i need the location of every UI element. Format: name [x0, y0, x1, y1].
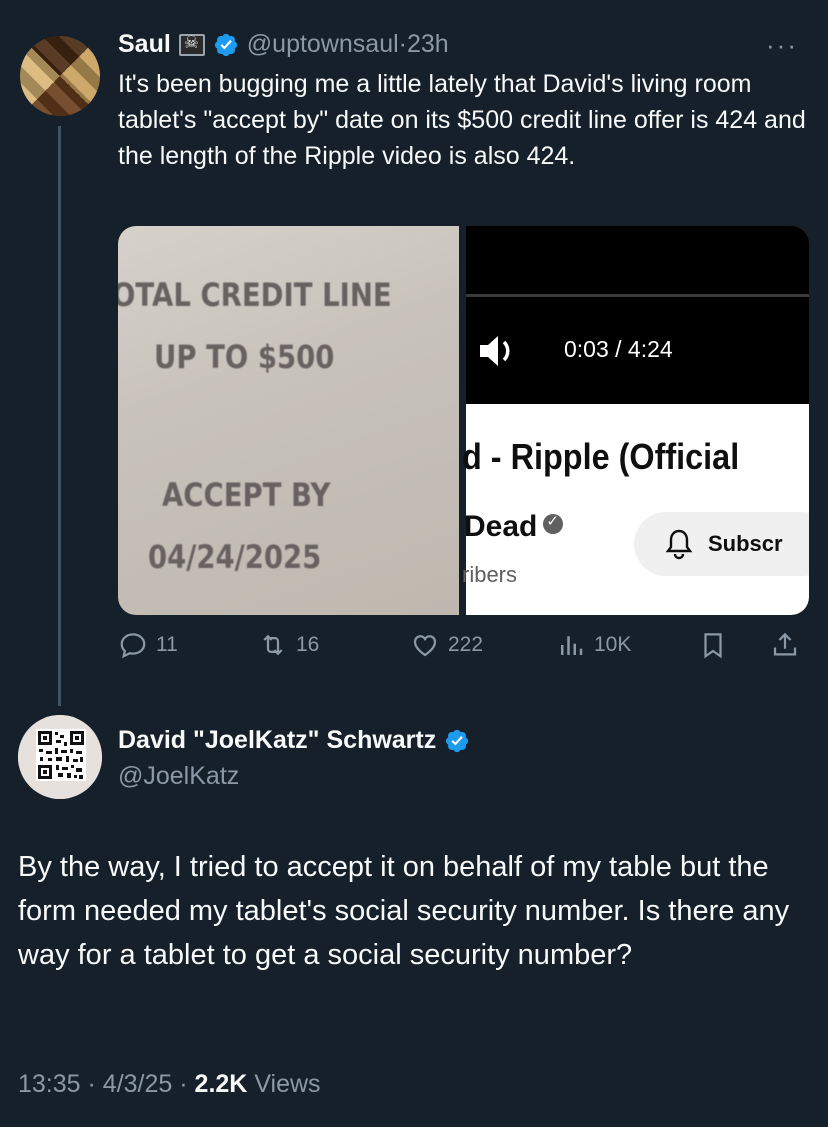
reply-views-count: 2.2K	[194, 1070, 248, 1098]
share-icon	[773, 632, 797, 656]
like-button[interactable]: 222	[410, 630, 483, 660]
reply-time[interactable]: 13:35	[18, 1070, 81, 1098]
verified-icon	[446, 729, 469, 752]
avatar-david[interactable]	[18, 715, 102, 799]
author-name[interactable]: Saul	[118, 30, 171, 59]
photo-line-1: OTAL CREDIT LINE	[118, 276, 392, 314]
photo-line-2: UP TO $500	[154, 338, 335, 376]
video-progress-line	[466, 294, 809, 297]
views-button[interactable]: 10K	[556, 630, 631, 660]
repost-icon	[263, 634, 283, 656]
pirate-flag-icon	[178, 33, 205, 56]
bookmark-icon	[704, 633, 722, 659]
views-count: 10K	[594, 633, 632, 656]
subscribe-button: Subscr	[634, 512, 809, 576]
subscriber-count: ribers	[462, 562, 518, 587]
tweet-media[interactable]: OTAL CREDIT LINE UP TO $500 ACCEPT BY 04…	[118, 226, 809, 615]
repost-count: 16	[296, 633, 320, 656]
speaker-icon	[480, 336, 510, 366]
channel-name: Dead	[464, 510, 564, 544]
avatar-saul[interactable]	[20, 36, 100, 116]
channel-verified-icon	[543, 512, 564, 534]
qr-code-avatar-image	[18, 715, 102, 799]
credit-offer-photo[interactable]: OTAL CREDIT LINE UP TO $500 ACCEPT BY 04…	[118, 226, 459, 615]
media-divider	[459, 226, 466, 615]
bell-icon	[665, 529, 693, 560]
reply-text: By the way, I tried to accept it on beha…	[18, 851, 790, 971]
bookmark-button[interactable]	[698, 630, 728, 660]
video-screenshot[interactable]: 0:03 / 4:24 d - Ripple (Official Dead ri…	[462, 226, 809, 615]
meta-separator: ·	[179, 1070, 188, 1098]
reply-views-label: Views	[254, 1070, 321, 1098]
photo-line-4: 04/24/2025	[148, 538, 322, 576]
more-icon[interactable]: ···	[766, 30, 798, 61]
subscribe-label: Subscr	[708, 531, 783, 556]
video-timecode: 0:03 / 4:24	[564, 336, 673, 362]
reply-author-handle[interactable]: @JoelKatz	[118, 762, 239, 791]
tweet-actions: 11 16 222 10K	[118, 630, 808, 670]
views-icon	[561, 636, 583, 655]
author-handle[interactable]: @uptownsaul·23h	[247, 30, 449, 59]
reply-meta: 13:35 · 4/3/25 · 2.2K Views	[18, 1070, 321, 1099]
tweet-time: 23h	[406, 30, 449, 58]
reply-author-name[interactable]: David "JoelKatz" Schwartz	[118, 726, 436, 755]
repost-button[interactable]: 16	[258, 630, 319, 660]
video-info-panel: d - Ripple (Official Dead ribers Subscr	[462, 404, 809, 615]
reply-date[interactable]: 4/3/25	[103, 1070, 173, 1098]
reply-count: 11	[156, 633, 178, 656]
video-title: d - Ripple (Official	[462, 436, 740, 477]
reply-button[interactable]: 11	[118, 630, 178, 660]
photo-line-3: ACCEPT BY	[162, 476, 331, 514]
reply-icon	[120, 633, 146, 659]
tweet-header: Saul @uptownsaul·23h	[118, 30, 449, 59]
reply-header: David "JoelKatz" Schwartz	[118, 726, 470, 755]
meta-separator: ·	[87, 1070, 96, 1098]
tweet-text: It's been bugging me a little lately tha…	[118, 70, 806, 170]
thread-line	[58, 126, 61, 706]
verified-icon	[214, 33, 237, 56]
share-button[interactable]	[770, 630, 800, 660]
like-count: 222	[448, 633, 484, 656]
like-icon	[413, 635, 437, 657]
